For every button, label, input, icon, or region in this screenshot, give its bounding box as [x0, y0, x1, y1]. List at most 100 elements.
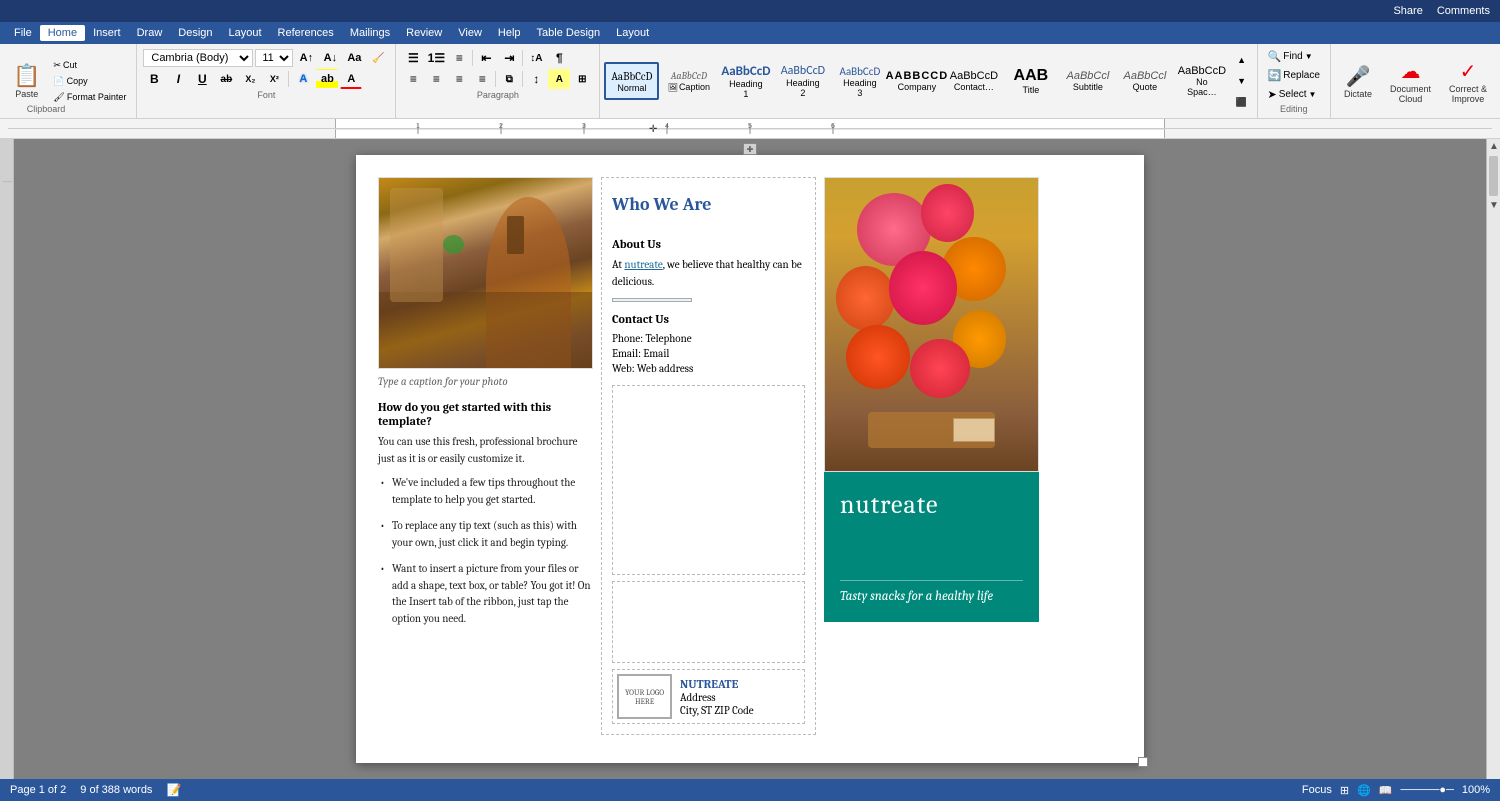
print-layout-btn[interactable]: ⊞ — [1340, 784, 1349, 797]
clear-format-button[interactable]: 🧹 — [367, 48, 389, 68]
style-caption[interactable]: AaBbCcD 🖼Caption — [661, 62, 716, 100]
menu-view[interactable]: View — [450, 25, 490, 41]
correct-improve-button[interactable]: ✓ Correct &Improve — [1442, 54, 1494, 108]
font-size-select[interactable]: 11 — [255, 49, 293, 67]
replace-button[interactable]: 🔄 Replace — [1264, 67, 1324, 84]
menu-design[interactable]: Design — [170, 25, 220, 41]
styles-expand[interactable]: ⬛ — [1231, 92, 1253, 112]
shading-button[interactable]: A — [548, 69, 570, 89]
menu-draw[interactable]: Draw — [129, 25, 171, 41]
menu-layout2[interactable]: Layout — [608, 25, 657, 41]
align-center-button[interactable]: ≡ — [425, 69, 447, 89]
change-case-button[interactable]: Aa — [343, 48, 365, 68]
style-company[interactable]: AABBCCD Company — [889, 62, 944, 100]
who-we-are-heading[interactable]: Who We Are — [612, 188, 805, 221]
underline-button[interactable]: U — [191, 69, 213, 89]
about-heading[interactable]: About Us — [612, 237, 805, 251]
vertical-scrollbar[interactable]: ▲ ▼ — [1486, 139, 1500, 779]
bullet-item-2[interactable]: To replace any tip text (such as this) w… — [378, 518, 593, 551]
share-btn[interactable]: Share — [1393, 5, 1422, 17]
style-subtitle[interactable]: AaBbCcl Subtitle — [1060, 62, 1115, 100]
font-color-button[interactable]: A — [340, 69, 362, 89]
bold-button[interactable]: B — [143, 69, 165, 89]
multilevel-button[interactable]: ≡ — [448, 48, 470, 68]
bullet-item-1[interactable]: We've included a few tips throughout the… — [378, 475, 593, 508]
read-mode-btn[interactable]: 📖 — [1379, 784, 1393, 797]
increase-font-button[interactable]: A↑ — [295, 48, 317, 68]
menu-references[interactable]: References — [270, 25, 342, 41]
font-name-select[interactable]: Cambria (Body) — [143, 49, 253, 67]
style-no-space[interactable]: AaBbCcD No Spac… — [1174, 62, 1229, 100]
columns-button[interactable]: ⧉ — [498, 69, 520, 89]
format-painter-button[interactable]: 🖌 Format Painter — [49, 90, 130, 105]
increase-indent-button[interactable]: ⇥ — [498, 48, 520, 68]
menu-mailings[interactable]: Mailings — [342, 25, 398, 41]
comments-btn[interactable]: Comments — [1437, 5, 1490, 17]
photo-caption[interactable]: Type a caption for your photo — [378, 375, 593, 388]
phone-item[interactable]: Phone: Telephone — [612, 332, 805, 345]
find-button[interactable]: 🔍 Find ▼ — [1264, 48, 1324, 65]
page-info[interactable]: Page 1 of 2 — [10, 784, 66, 796]
menu-file[interactable]: File — [6, 25, 40, 41]
style-heading2[interactable]: AaBbCcD Heading 2 — [775, 62, 830, 100]
copy-button[interactable]: 📄 Copy — [49, 74, 130, 89]
italic-button[interactable]: I — [167, 69, 189, 89]
empty-content-box[interactable] — [612, 385, 805, 575]
scroll-thumb[interactable] — [1489, 156, 1498, 196]
about-text[interactable]: At nutreate, we believe that healthy can… — [612, 257, 805, 290]
scroll-down-arrow[interactable]: ▼ — [1487, 198, 1500, 213]
decrease-indent-button[interactable]: ⇤ — [475, 48, 497, 68]
resize-handle[interactable] — [1138, 757, 1148, 767]
menu-help[interactable]: Help — [490, 25, 529, 41]
line-spacing-button[interactable]: ↕ — [525, 69, 547, 89]
sort-button[interactable]: ↕A — [525, 48, 547, 68]
address-section[interactable]: NUTREATE Address City, ST ZIP Code — [680, 677, 754, 717]
web-item[interactable]: Web: Web address — [612, 362, 805, 375]
text-effect-button[interactable]: A — [292, 69, 314, 89]
contact-heading[interactable]: Contact Us — [612, 312, 805, 326]
numbering-button[interactable]: 1☰ — [425, 48, 447, 68]
show-marks-button[interactable]: ¶ — [548, 48, 570, 68]
styles-scroll-up[interactable]: ▲ — [1231, 50, 1253, 70]
kitchen-photo[interactable] — [378, 177, 593, 369]
logo-placeholder[interactable]: YOUR LOGO HERE — [617, 674, 672, 719]
menu-insert[interactable]: Insert — [85, 25, 129, 41]
style-quote[interactable]: AaBbCcl Quote — [1117, 62, 1172, 100]
word-count[interactable]: 9 of 388 words — [80, 784, 152, 796]
dictate-button[interactable]: 🎤 Dictate — [1337, 54, 1379, 108]
align-left-button[interactable]: ≡ — [402, 69, 424, 89]
move-handle[interactable]: ✛ — [743, 143, 757, 155]
highlight-color-button[interactable]: ab — [316, 69, 338, 89]
style-heading3[interactable]: AaBbCcD Heading 3 — [832, 62, 887, 100]
proofing-icon[interactable]: 📝 — [166, 783, 181, 797]
menu-layout[interactable]: Layout — [221, 25, 270, 41]
style-title[interactable]: AAB Title — [1003, 62, 1058, 100]
styles-scroll-down[interactable]: ▼ — [1231, 71, 1253, 91]
bullet-item-3[interactable]: Want to insert a picture from your files… — [378, 561, 593, 627]
question-heading[interactable]: How do you get started with this templat… — [378, 400, 593, 428]
strikethrough-button[interactable]: ab — [215, 69, 237, 89]
brand-box[interactable]: nutreate Tasty snacks for a healthy life — [824, 472, 1039, 622]
empty-content-box2[interactable] — [612, 581, 805, 663]
focus-btn[interactable]: Focus — [1302, 784, 1332, 796]
web-layout-btn[interactable]: 🌐 — [1357, 784, 1371, 797]
cut-button[interactable]: ✂ Cut — [49, 58, 130, 73]
menu-home[interactable]: Home — [40, 25, 85, 41]
scroll-up-arrow[interactable]: ▲ — [1487, 139, 1500, 154]
flowers-photo[interactable] — [824, 177, 1039, 472]
menu-table-design[interactable]: Table Design — [529, 25, 609, 41]
decrease-font-button[interactable]: A↓ — [319, 48, 341, 68]
subscript-button[interactable]: X₂ — [239, 69, 261, 89]
style-heading1[interactable]: AaBbCcD Heading 1 — [718, 62, 773, 100]
menu-review[interactable]: Review — [398, 25, 450, 41]
align-right-button[interactable]: ≡ — [448, 69, 470, 89]
select-button[interactable]: ➤ Select ▼ — [1264, 86, 1324, 103]
body-paragraph[interactable]: You can use this fresh, professional bro… — [378, 434, 593, 467]
bullets-button[interactable]: ☰ — [402, 48, 424, 68]
borders-button[interactable]: ⊞ — [571, 69, 593, 89]
zoom-slider[interactable]: ─────●─ — [1400, 784, 1453, 796]
document-cloud-button[interactable]: ☁ DocumentCloud — [1383, 54, 1438, 108]
style-normal[interactable]: AaBbCcD Normal — [604, 62, 659, 100]
superscript-button[interactable]: X² — [263, 69, 285, 89]
nutreate-link[interactable]: nutreate — [624, 258, 662, 271]
